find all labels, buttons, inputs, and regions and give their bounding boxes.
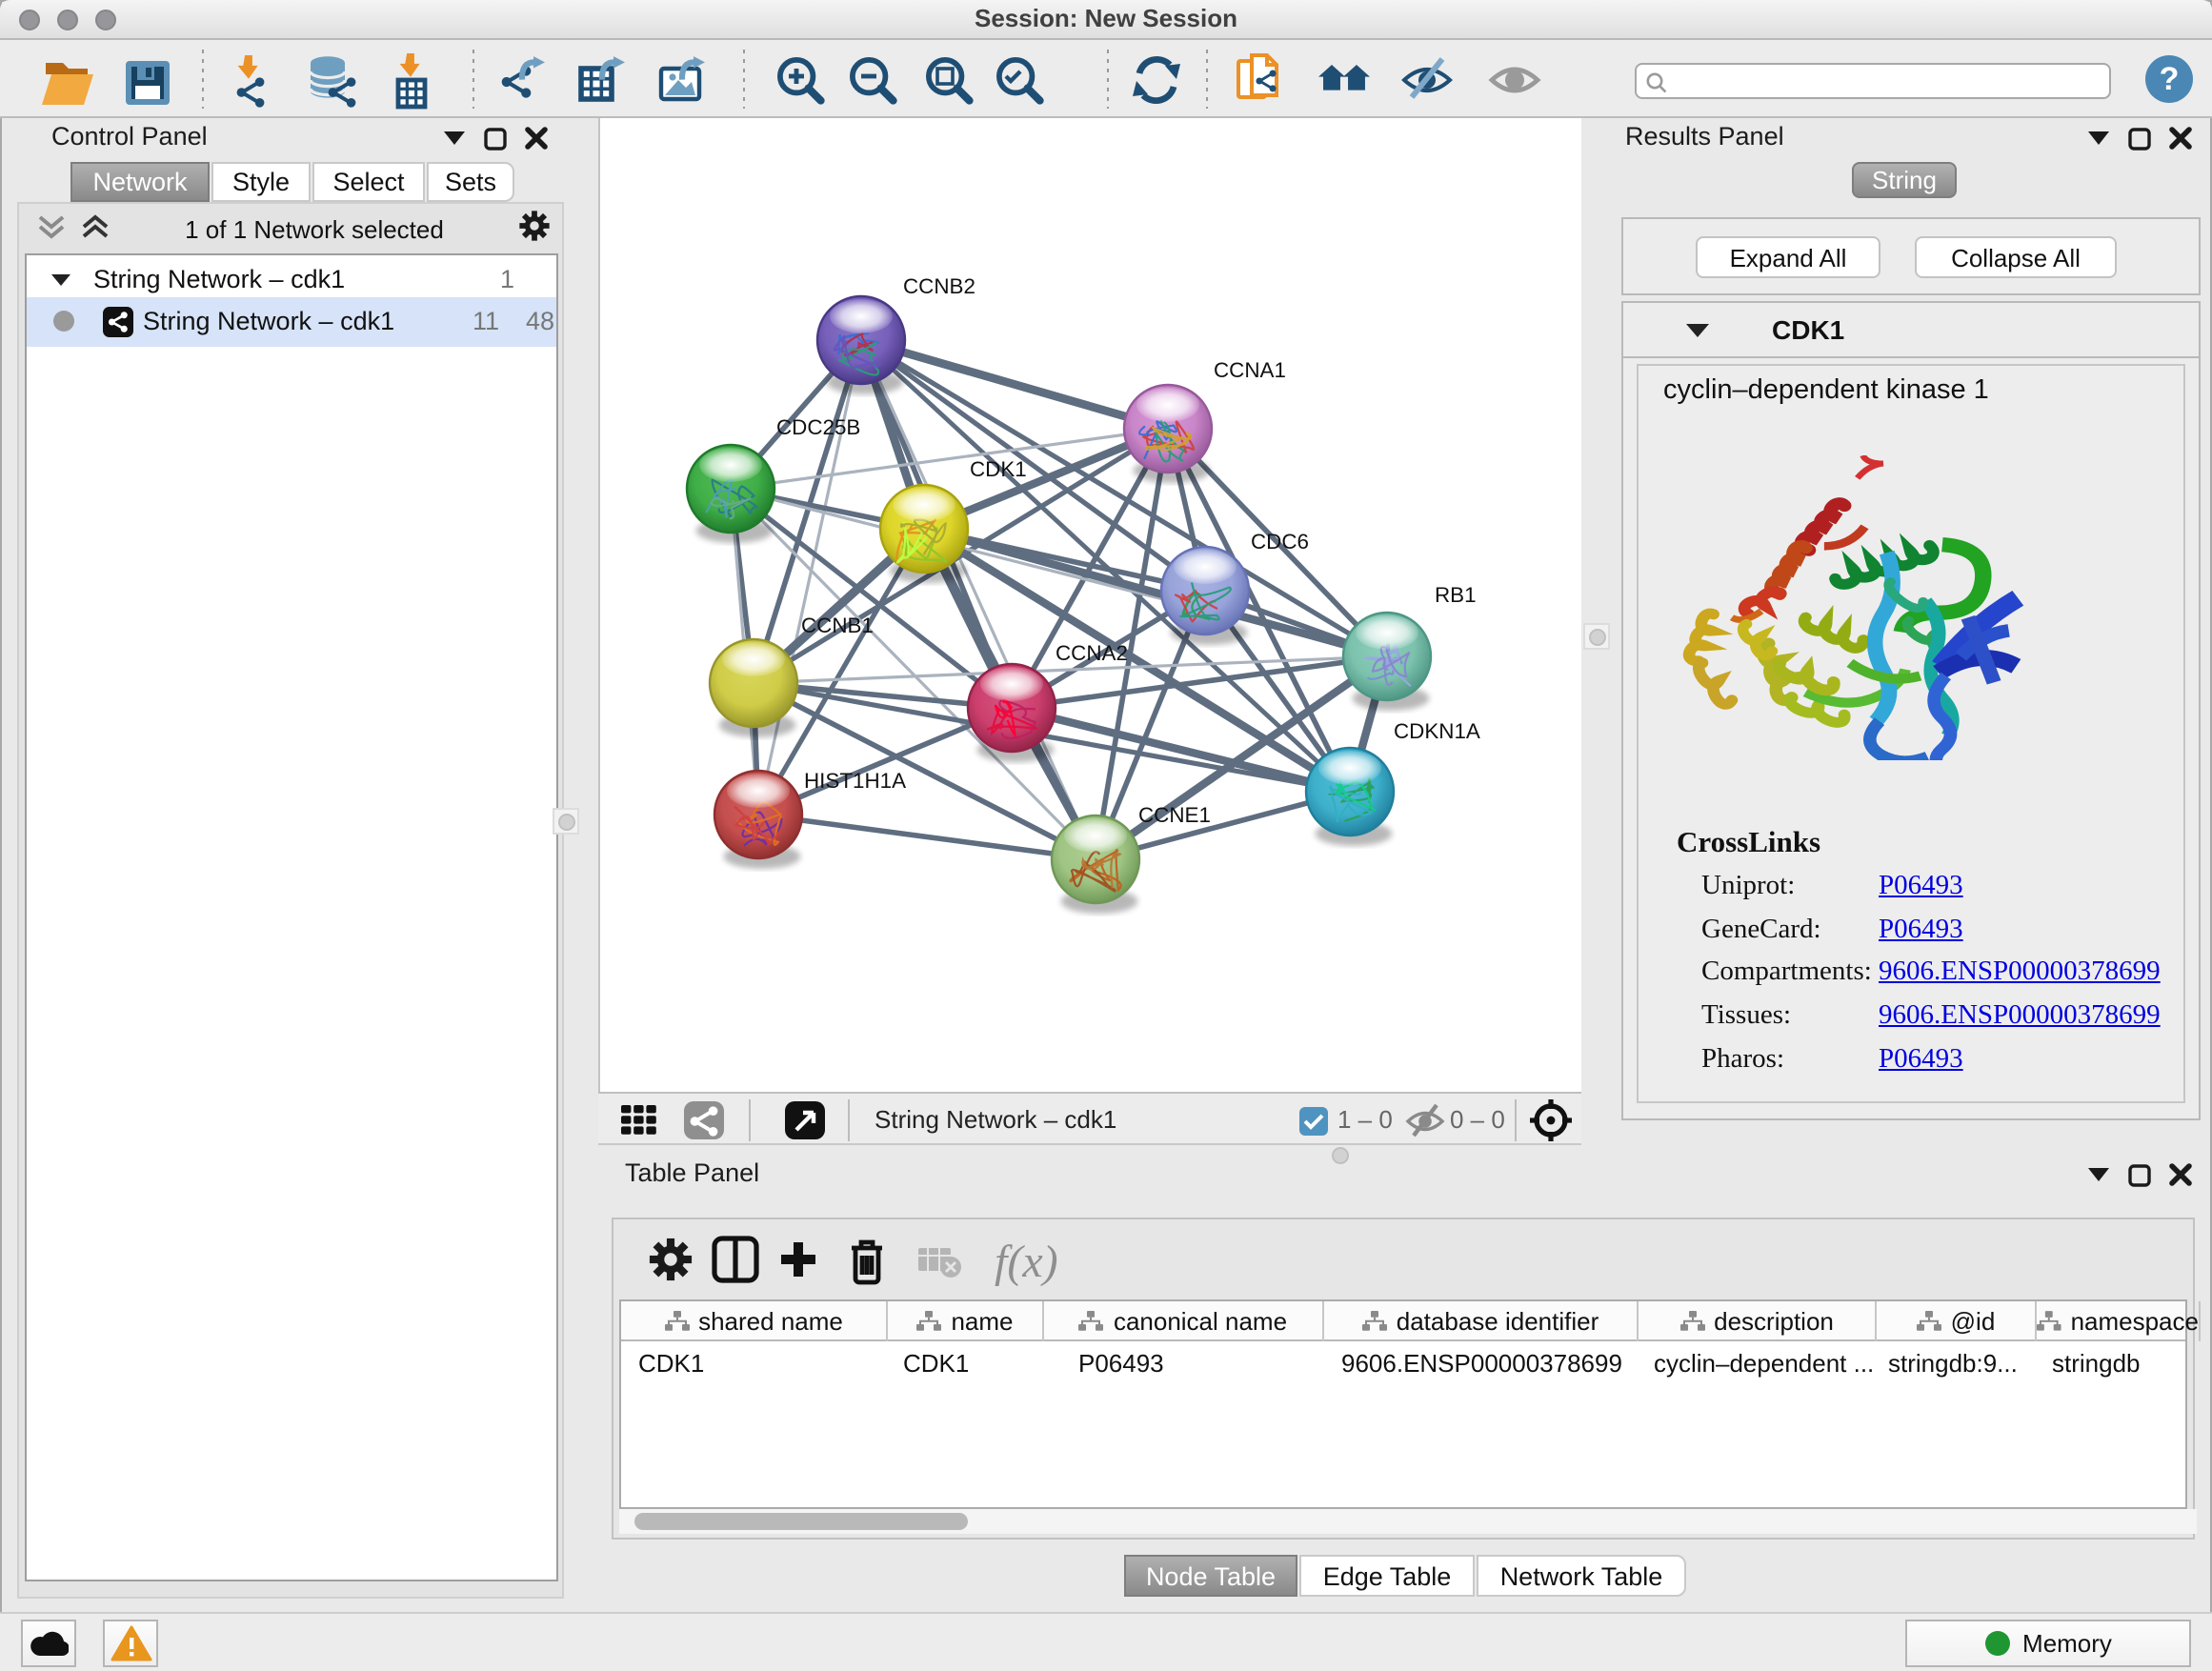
svg-text:CCNA1: CCNA1: [1214, 358, 1286, 382]
svg-text:CDC6: CDC6: [1251, 530, 1309, 554]
svg-text:HIST1H1A: HIST1H1A: [804, 769, 906, 793]
svg-text:CCNB1: CCNB1: [801, 614, 874, 637]
svg-text:RB1: RB1: [1435, 583, 1477, 607]
svg-text:CDKN1A: CDKN1A: [1394, 719, 1480, 743]
svg-text:CDC25B: CDC25B: [776, 415, 860, 439]
svg-text:CCNA2: CCNA2: [1056, 641, 1128, 665]
svg-text:CDK1: CDK1: [970, 457, 1027, 481]
svg-text:CCNB2: CCNB2: [903, 274, 975, 298]
svg-text:CCNE1: CCNE1: [1138, 803, 1211, 827]
svg-text:f(x): f(x): [995, 1237, 1058, 1287]
